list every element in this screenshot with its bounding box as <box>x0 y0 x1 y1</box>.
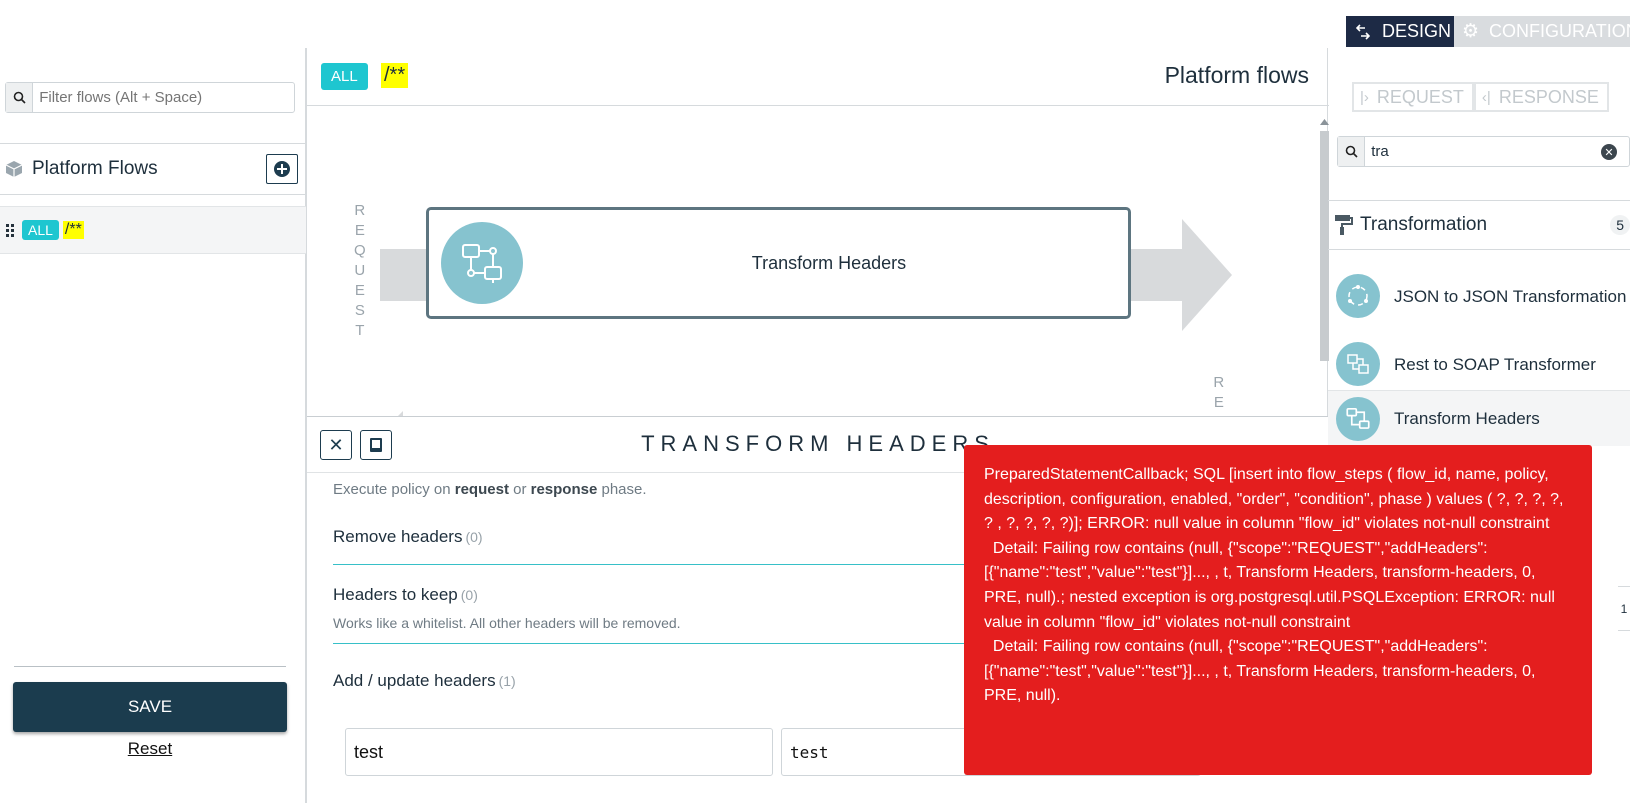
response-arrow-icon: ‹| <box>1481 88 1491 106</box>
section-title: Remove headers <box>333 527 463 546</box>
policy-item-json-to-json[interactable]: JSON to JSON Transformation <box>1328 258 1630 334</box>
json-transform-icon <box>1336 274 1380 318</box>
description-text: Execute policy on <box>333 481 455 498</box>
policy-label: Rest to SOAP Transformer <box>1394 354 1596 374</box>
flow-title: Platform flows <box>1164 62 1309 88</box>
policy-label: Transform Headers <box>1394 409 1540 428</box>
phase-toggle: |› REQUEST ‹| RESPONSE <box>1352 82 1609 112</box>
platform-flows-header: Platform Flows <box>0 143 306 195</box>
paint-roller-icon <box>1335 215 1353 235</box>
response-phase-label: RESPONSE <box>1498 86 1599 107</box>
category-title: Transformation <box>1360 214 1488 235</box>
configuration-mode-label: CONFIGURATION <box>1489 21 1630 41</box>
design-mode-label: DESIGN <box>1382 21 1452 41</box>
section-count: (0) <box>465 529 483 545</box>
section-count: (0) <box>460 587 478 603</box>
description-response: response <box>530 481 598 498</box>
flow-filter <box>5 82 295 113</box>
response-letter: E <box>1213 394 1224 411</box>
search-icon <box>1338 137 1366 166</box>
response-letter: R <box>1213 374 1225 391</box>
policy-search: ✕ <box>1337 136 1630 167</box>
description-text: or <box>508 481 531 498</box>
request-arrow-head <box>1182 219 1232 331</box>
policy-item-rest-to-soap[interactable]: Rest to SOAP Transformer <box>1328 338 1630 390</box>
request-arrow-icon: |› <box>1360 88 1369 106</box>
sidebar-divider <box>14 666 286 667</box>
design-icon <box>1356 23 1370 40</box>
flow-path: /** <box>62 221 84 239</box>
section-title: Headers to keep <box>333 585 458 604</box>
category-count: 5 <box>1610 215 1630 235</box>
request-phase-button[interactable]: |› REQUEST <box>1352 82 1474 112</box>
configuration-mode-tab[interactable]: ⚙ CONFIGURATION <box>1454 16 1630 47</box>
flow-path: /** <box>381 63 409 88</box>
drag-handle-icon[interactable] <box>6 223 14 237</box>
flow-canvas: R E Q U E S T Transform Headers R E S P … <box>307 107 1329 429</box>
request-letter: U <box>354 262 366 279</box>
request-letter: T <box>355 322 365 339</box>
transformation-category-header[interactable]: Transformation 5 <box>1328 200 1630 250</box>
request-letter: S <box>354 302 365 319</box>
error-toast[interactable]: PreparedStatementCallback; SQL [insert i… <box>964 445 1592 775</box>
reset-link[interactable]: Reset <box>13 739 287 759</box>
transform-headers-icon <box>441 222 523 304</box>
clear-search-icon[interactable]: ✕ <box>1601 144 1617 160</box>
policy-step-label: Transform Headers <box>751 252 907 273</box>
policy-item-transform-headers[interactable]: Transform Headers <box>1328 390 1630 446</box>
flow-list-item[interactable]: ALL /** <box>0 206 306 254</box>
plus-circle-icon <box>274 161 290 177</box>
add-flow-button[interactable] <box>266 154 298 184</box>
gear-icon: ⚙ <box>1462 21 1480 42</box>
description-text: phase. <box>597 481 647 498</box>
platform-flows-title: Platform Flows <box>32 158 158 179</box>
flow-filter-input[interactable] <box>33 89 294 106</box>
request-letter: E <box>354 222 365 239</box>
request-letter: Q <box>354 242 366 259</box>
flows-sidebar: Platform Flows ALL /** SAVE Reset <box>0 48 306 803</box>
category-count[interactable]: 1 <box>1618 586 1630 631</box>
request-phase-label: REQUEST <box>1376 86 1464 107</box>
search-icon <box>6 83 34 112</box>
policy-search-input[interactable] <box>1365 143 1629 160</box>
section-title: Add / update headers <box>333 671 496 690</box>
save-button[interactable]: SAVE <box>13 682 287 732</box>
request-letter: E <box>354 282 365 299</box>
cube-icon <box>5 161 23 177</box>
transform-headers-icon <box>1336 396 1380 441</box>
header-name-input[interactable]: test <box>345 728 773 776</box>
flow-method-badge: ALL <box>22 220 59 240</box>
rest-to-soap-icon <box>1336 342 1380 386</box>
flow-header: ALL /** Platform flows <box>307 48 1329 106</box>
flow-method-badge: ALL <box>321 63 368 90</box>
response-phase-button[interactable]: ‹| RESPONSE <box>1473 82 1609 112</box>
request-letter: R <box>354 202 366 219</box>
request-label: R E Q U E S T <box>354 201 366 341</box>
design-mode-tab[interactable]: DESIGN <box>1346 16 1454 47</box>
policy-label: JSON to JSON Transformation <box>1394 286 1627 306</box>
phase-description: Execute policy on request or response ph… <box>333 481 647 498</box>
description-request: request <box>454 481 509 498</box>
section-count: (1) <box>498 673 516 689</box>
policy-step-card[interactable]: Transform Headers <box>426 207 1131 319</box>
